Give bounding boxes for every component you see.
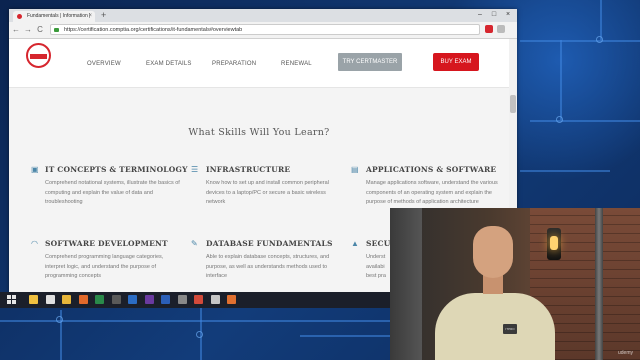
udemy-watermark: udemy bbox=[618, 350, 634, 356]
folder-icon[interactable] bbox=[62, 295, 71, 304]
forward-button[interactable]: → bbox=[23, 24, 33, 36]
webcam-overlay: ITPRO udemy bbox=[390, 208, 640, 360]
chrome-icon[interactable] bbox=[45, 295, 55, 304]
server-icon: ☰ bbox=[191, 165, 199, 174]
presenter-head bbox=[473, 226, 513, 278]
tab-close-icon[interactable]: × bbox=[88, 11, 92, 22]
url-input[interactable]: https://certification.comptia.org/certif… bbox=[50, 24, 480, 35]
comptia-logo[interactable] bbox=[26, 43, 51, 68]
media-icon[interactable] bbox=[78, 295, 88, 304]
new-tab-button[interactable]: + bbox=[101, 10, 106, 21]
try-certmaster-button[interactable]: TRY CERTMASTER bbox=[338, 53, 402, 71]
reload-button[interactable]: C bbox=[35, 24, 45, 36]
skill-title: APPLICATIONS & SOFTWARE bbox=[366, 165, 497, 174]
wall-pillar bbox=[390, 208, 422, 360]
visio-icon[interactable] bbox=[144, 295, 154, 304]
excel-icon[interactable] bbox=[95, 295, 104, 304]
buy-exam-button[interactable]: BUY EXAM bbox=[433, 53, 479, 71]
presenter-body bbox=[435, 293, 555, 360]
skill-title: IT CONCEPTS & TERMINOLOGY bbox=[45, 165, 188, 174]
shirt-logo: ITPRO bbox=[503, 324, 517, 334]
notes-icon[interactable] bbox=[210, 295, 220, 304]
windows-start-icon[interactable] bbox=[7, 295, 17, 305]
nav-overview[interactable]: OVERVIEW bbox=[87, 61, 121, 67]
app-icon[interactable] bbox=[128, 295, 137, 304]
skill-desc: Know how to set up and install common pe… bbox=[206, 180, 329, 205]
scroll-thumb[interactable] bbox=[510, 95, 516, 113]
maximize-button[interactable]: □ bbox=[487, 9, 501, 21]
skill-desc: Able to explain database concepts, struc… bbox=[206, 254, 330, 279]
wifi-icon: ◠ bbox=[31, 239, 38, 248]
nav-exam-details[interactable]: EXAM DETAILS bbox=[146, 61, 192, 67]
wrench-icon: ✎ bbox=[191, 239, 198, 248]
url-text: https://certification.comptia.org/certif… bbox=[64, 27, 243, 33]
lock-icon: ▲ bbox=[351, 239, 359, 248]
browser-tab[interactable]: Fundamentals | Information | × bbox=[13, 11, 95, 22]
site-header: OVERVIEW EXAM DETAILS PREPARATION RENEWA… bbox=[9, 39, 509, 88]
word-icon[interactable] bbox=[161, 295, 170, 304]
explorer-icon[interactable] bbox=[29, 295, 38, 304]
skill-title: DATABASE FUNDAMENTALS bbox=[206, 239, 333, 248]
document-icon: ▤ bbox=[351, 165, 359, 174]
address-bar: ← → C https://certification.comptia.org/… bbox=[9, 22, 517, 39]
terminal-icon[interactable] bbox=[111, 295, 121, 304]
minimize-button[interactable]: – bbox=[473, 9, 487, 21]
wall-pipe bbox=[595, 208, 603, 360]
nav-preparation[interactable]: PREPARATION bbox=[212, 61, 256, 67]
tab-strip: Fundamentals | Information | × + – □ × bbox=[9, 9, 517, 22]
extension-icon[interactable] bbox=[485, 25, 493, 33]
taskbar bbox=[0, 292, 390, 308]
skill-title: SOFTWARE DEVELOPMENT bbox=[45, 239, 168, 248]
chrome-active-icon[interactable] bbox=[194, 295, 203, 304]
close-window-button[interactable]: × bbox=[501, 9, 515, 21]
back-button[interactable]: ← bbox=[11, 24, 21, 36]
lock-icon bbox=[54, 28, 59, 32]
skill-desc: Manage applications software, understand… bbox=[366, 180, 498, 205]
section-title: What Skills Will You Learn? bbox=[188, 127, 330, 138]
skill-desc: Comprehend programming language categori… bbox=[45, 254, 164, 279]
menu-icon[interactable] bbox=[497, 25, 505, 33]
nav-renewal[interactable]: RENEWAL bbox=[281, 61, 312, 67]
chip-icon: ▣ bbox=[31, 165, 39, 174]
skill-title: INFRASTRUCTURE bbox=[206, 165, 291, 174]
skill-desc: Comprehend notational systems, illustrat… bbox=[45, 180, 180, 205]
settings-icon[interactable] bbox=[177, 295, 187, 304]
tab-title: Fundamentals | Information | bbox=[27, 13, 91, 19]
favicon-icon bbox=[17, 14, 22, 19]
powerpoint-icon[interactable] bbox=[227, 295, 236, 304]
lamp-light bbox=[550, 236, 558, 250]
